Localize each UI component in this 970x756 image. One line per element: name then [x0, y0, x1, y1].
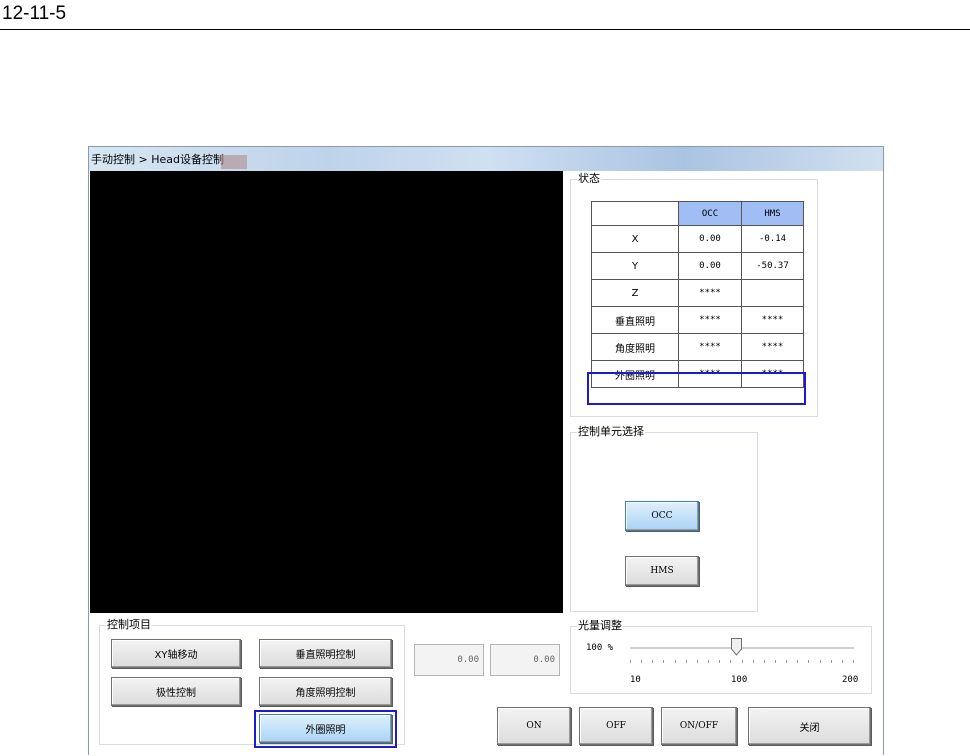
- row-label: 角度照明: [591, 333, 679, 361]
- control-items-label: 控制项目: [106, 618, 152, 632]
- status-group: 状态 OCC HMS X 0.00 -0.14 Y 0.00 -50.37 Z …: [570, 172, 818, 417]
- slider-tick: [674, 660, 676, 663]
- light-scale-max: 200: [842, 675, 859, 685]
- slider-tick: [752, 660, 754, 663]
- slider-tick: [641, 660, 643, 663]
- slider-tick: [774, 660, 776, 663]
- status-table-header: OCC HMS: [591, 201, 804, 226]
- window-title: 手动控制 > Head设备控制: [91, 153, 224, 166]
- page-number: 12-11-5: [2, 3, 67, 24]
- slider-tick: [630, 660, 631, 663]
- light-scale-mid: 100: [731, 675, 748, 685]
- occ-value: ****: [678, 306, 742, 334]
- status-row-y: Y 0.00 -50.37: [591, 252, 804, 280]
- light-slider-track[interactable]: [630, 647, 854, 650]
- row-label: 外圈照明: [591, 360, 679, 388]
- off-button[interactable]: OFF: [579, 707, 653, 745]
- row-label: Z: [591, 279, 679, 307]
- slider-tick: [730, 660, 732, 663]
- slider-tick: [741, 660, 743, 663]
- light-adjust-group: 光量调整 100 % 10 100 200: [570, 619, 872, 694]
- x-coord-field[interactable]: 0.00: [414, 644, 484, 676]
- slider-tick: [797, 660, 799, 663]
- slider-tick: [808, 660, 810, 663]
- slider-tick: [819, 660, 821, 663]
- occ-value: ****: [678, 333, 742, 361]
- row-label: Y: [591, 252, 679, 280]
- angle-light-control-button[interactable]: 角度照明控制: [259, 677, 392, 706]
- slider-tick: [763, 660, 765, 663]
- slider-tick: [830, 660, 832, 663]
- row-label: X: [591, 225, 679, 253]
- on-off-button[interactable]: ON/OFF: [661, 707, 737, 745]
- light-adjust-label: 光量调整: [577, 619, 623, 633]
- column-header-hms: HMS: [741, 201, 804, 226]
- column-header-occ: OCC: [678, 201, 742, 226]
- slider-tick: [853, 660, 854, 663]
- status-table-corner: [591, 201, 679, 226]
- occ-unit-button[interactable]: OCC: [625, 501, 699, 531]
- light-slider-thumb[interactable]: [730, 638, 742, 656]
- unit-select-label: 控制单元选择: [577, 425, 645, 439]
- slider-tick: [708, 660, 710, 663]
- row-label: 垂直照明: [591, 306, 679, 334]
- light-scale-min: 10: [630, 675, 641, 685]
- status-row-z: Z ****: [591, 279, 804, 307]
- status-row-vertical-light: 垂直照明 **** ****: [591, 306, 804, 334]
- hms-value: [741, 279, 804, 307]
- light-value-readout: 100 %: [586, 643, 614, 653]
- outer-light-button[interactable]: 外圈照明: [259, 714, 392, 743]
- head-device-control-window: 手动控制 > Head设备控制 状态 OCC HMS X 0.00 -0.14 …: [88, 146, 884, 756]
- slider-tick: [652, 660, 654, 663]
- slider-tick: [663, 660, 665, 663]
- y-coord-field[interactable]: 0.00: [490, 644, 560, 676]
- polarity-control-button[interactable]: 极性控制: [111, 677, 241, 706]
- status-row-x: X 0.00 -0.14: [591, 225, 804, 253]
- on-button[interactable]: ON: [497, 707, 571, 745]
- window-client-area: 状态 OCC HMS X 0.00 -0.14 Y 0.00 -50.37 Z …: [89, 171, 883, 756]
- hms-value: ****: [741, 306, 804, 334]
- status-row-outer-light: 外圈照明 **** ****: [591, 360, 804, 388]
- document-header: 12-11-5: [0, 0, 970, 30]
- occ-value: ****: [678, 279, 742, 307]
- title-bar-decoration: [221, 155, 247, 169]
- light-slider-ticks: [630, 660, 854, 664]
- close-button[interactable]: 关闭: [748, 707, 871, 745]
- status-row-angle-light: 角度照明 **** ****: [591, 333, 804, 361]
- hms-value: -0.14: [741, 225, 804, 253]
- hms-value: ****: [741, 333, 804, 361]
- slider-tick: [719, 660, 721, 663]
- status-table: OCC HMS X 0.00 -0.14 Y 0.00 -50.37 Z ***…: [591, 201, 804, 388]
- slider-tick: [685, 660, 687, 663]
- slider-tick: [841, 660, 843, 663]
- camera-view: [90, 171, 563, 613]
- hms-unit-button[interactable]: HMS: [625, 556, 699, 586]
- slider-tick: [696, 660, 698, 663]
- title-bar: 手动控制 > Head设备控制: [89, 147, 883, 171]
- slider-tick: [786, 660, 788, 663]
- occ-value: 0.00: [678, 252, 742, 280]
- vertical-light-control-button[interactable]: 垂直照明控制: [259, 639, 392, 668]
- xy-move-button[interactable]: XY轴移动: [111, 639, 241, 668]
- occ-value: ****: [678, 360, 742, 388]
- status-group-label: 状态: [577, 172, 601, 186]
- hms-value: ****: [741, 360, 804, 388]
- hms-value: -50.37: [741, 252, 804, 280]
- occ-value: 0.00: [678, 225, 742, 253]
